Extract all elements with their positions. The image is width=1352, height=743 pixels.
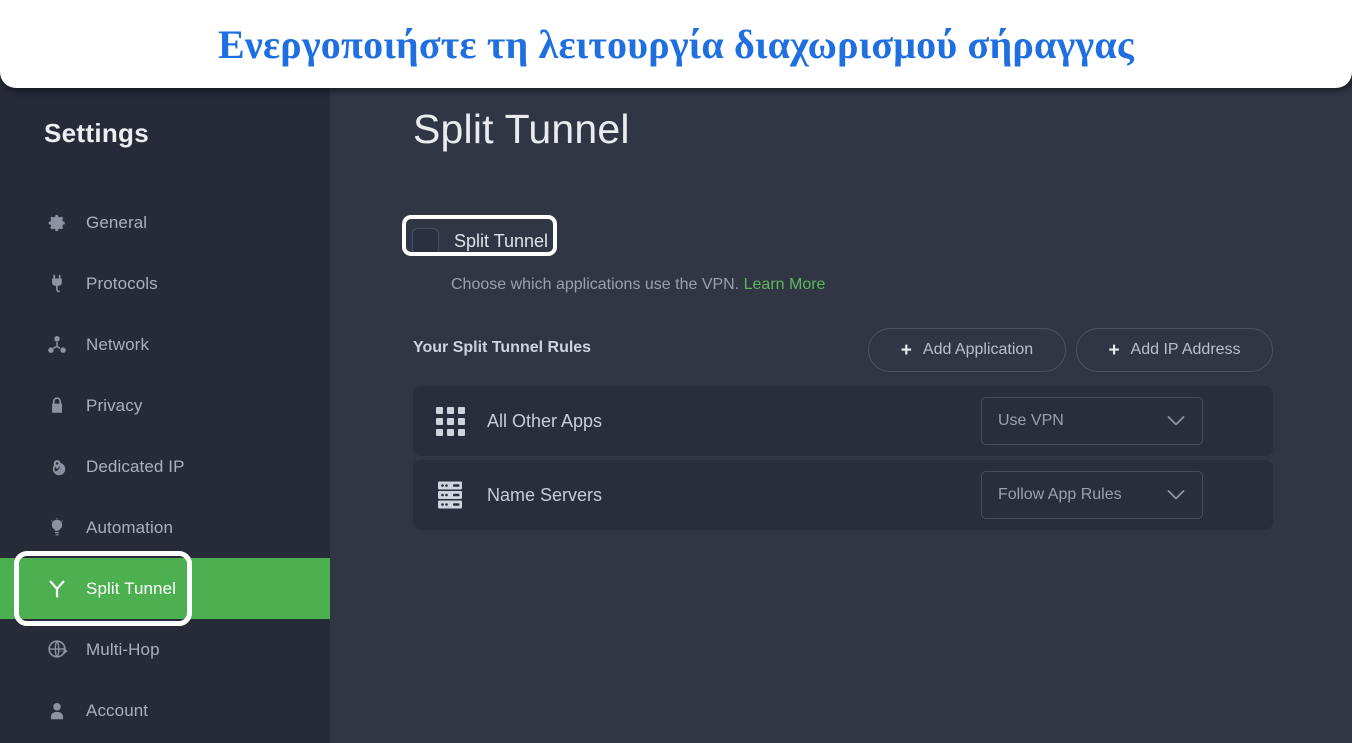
plus-icon: + <box>900 339 912 361</box>
sidebar-title: Settings <box>44 118 149 148</box>
chevron-down-icon <box>1167 416 1185 427</box>
learn-more-link[interactable]: Learn More <box>744 276 826 293</box>
network-nodes-icon <box>44 332 70 358</box>
lightbulb-icon <box>44 515 70 541</box>
sidebar-item-label: General <box>86 212 148 232</box>
sidebar-item-label: Automation <box>86 517 173 537</box>
add-application-button[interactable]: + Add Application <box>868 328 1066 372</box>
select-value: Follow App Rules <box>998 486 1122 503</box>
add-ip-address-button[interactable]: + Add IP Address <box>1076 328 1273 372</box>
table-row: All Other Apps Use VPN <box>413 386 1273 456</box>
sidebar-item-privacy[interactable]: Privacy <box>0 375 330 436</box>
table-row: Name Servers Follow App Rules <box>413 460 1273 530</box>
sidebar-item-split-tunnel[interactable]: Split Tunnel <box>0 551 330 626</box>
split-tunnel-checkbox-label: Split Tunnel <box>454 231 549 251</box>
page-title: Split Tunnel <box>413 106 630 152</box>
sidebar-item-label: Privacy <box>86 395 143 415</box>
chevron-down-icon <box>1167 490 1185 501</box>
person-icon <box>44 698 70 724</box>
sidebar-item-label: Protocols <box>86 273 158 293</box>
add-ip-address-label: Add IP Address <box>1130 341 1241 358</box>
main-content: Split Tunnel Split Tunnel Choose which a… <box>330 88 1352 743</box>
sidebar-nav: General Protocols Network Privacy Dedica… <box>0 192 330 741</box>
server-stack-icon <box>433 478 467 512</box>
select-value: Use VPN <box>998 412 1064 429</box>
rules-heading: Your Split Tunnel Rules <box>413 339 592 356</box>
rule-name: All Other Apps <box>487 410 603 431</box>
annotation-banner: Ενεργοποιήστε τη λειτουργία διαχωρισμού … <box>0 0 1352 88</box>
globe-pin-icon <box>44 454 70 480</box>
description-text: Choose which applications use the VPN. <box>451 276 740 293</box>
globe-arrow-icon <box>44 637 70 663</box>
split-tunnel-checkbox[interactable] <box>412 228 439 255</box>
add-application-label: Add Application <box>922 341 1034 358</box>
sidebar-item-multi-hop[interactable]: Multi-Hop <box>0 619 330 680</box>
app-window: Ενεργοποιήστε τη λειτουργία διαχωρισμού … <box>0 0 1352 743</box>
sidebar-item-dedicated-ip[interactable]: Dedicated IP <box>0 436 330 497</box>
sidebar-item-label: Dedicated IP <box>86 456 185 476</box>
plus-icon: + <box>1108 339 1120 361</box>
sidebar-item-network[interactable]: Network <box>0 314 330 375</box>
rules-header: Your Split Tunnel Rules + Add Applicatio… <box>413 328 1273 374</box>
rule-name: Name Servers <box>487 484 603 505</box>
apps-grid-icon <box>433 404 467 438</box>
annotation-banner-text: Ενεργοποιήστε τη λειτουργία διαχωρισμού … <box>218 21 1134 67</box>
lock-icon <box>44 393 70 419</box>
sidebar-item-label: Account <box>86 700 149 720</box>
split-tunnel-toggle[interactable]: Split Tunnel <box>412 228 548 255</box>
sidebar-item-automation[interactable]: Automation <box>0 497 330 558</box>
sidebar-item-general[interactable]: General <box>0 192 330 253</box>
split-tunnel-icon <box>44 576 70 602</box>
sidebar-item-label: Multi-Hop <box>86 639 160 659</box>
plug-icon <box>44 271 70 297</box>
sidebar-item-account[interactable]: Account <box>0 680 330 741</box>
split-tunnel-description: Choose which applications use the VPN. L… <box>451 276 825 294</box>
sidebar: Settings General Protocols Network Priva… <box>0 88 330 743</box>
sidebar-item-label: Split Tunnel <box>86 578 177 598</box>
gear-icon <box>44 210 70 236</box>
name-servers-select[interactable]: Follow App Rules <box>981 471 1203 519</box>
sidebar-item-label: Network <box>86 334 150 354</box>
all-other-apps-select[interactable]: Use VPN <box>981 397 1203 445</box>
vpn-settings-window: Settings General Protocols Network Priva… <box>0 88 1352 743</box>
sidebar-item-protocols[interactable]: Protocols <box>0 253 330 314</box>
